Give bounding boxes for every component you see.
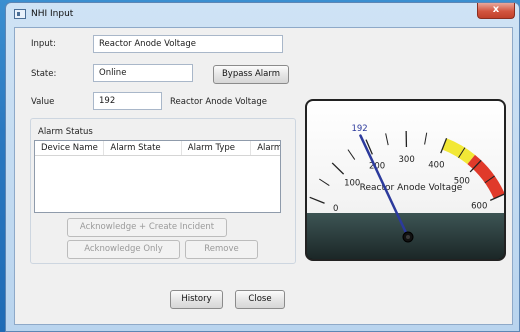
column-header-alarm-type[interactable]: Alarm Type (182, 141, 252, 155)
tick-label: 400 (428, 160, 444, 170)
close-window-button[interactable]: x (477, 3, 515, 19)
history-button[interactable]: History (170, 290, 223, 309)
gauge-caption: Reactor Anode Voltage (360, 183, 463, 193)
tick-label: 0 (333, 204, 338, 214)
alarm-list[interactable]: Device Name Alarm State Alarm Type Alarm (34, 140, 281, 213)
remove-button[interactable]: Remove (185, 240, 258, 259)
state-label: State: (31, 69, 57, 79)
needle-pivot-center (406, 235, 410, 239)
value-label: Value (31, 97, 55, 107)
alarm-list-header: Device Name Alarm State Alarm Type Alarm (35, 141, 280, 156)
alarm-status-title: Alarm Status (36, 127, 95, 137)
app-window: NHI Input x Input: Reactor Anode Voltage… (5, 2, 520, 332)
bypass-alarm-button[interactable]: Bypass Alarm (213, 65, 289, 84)
title-bar[interactable]: NHI Input x (6, 3, 519, 25)
input-label: Input: (31, 39, 56, 49)
state-field[interactable]: Online (93, 64, 193, 82)
column-header-device-name[interactable]: Device Name (35, 141, 105, 155)
window-icon (14, 9, 26, 19)
window-title: NHI Input (31, 9, 74, 19)
tick-label: 300 (399, 155, 415, 165)
acknowledge-create-incident-button[interactable]: Acknowledge + Create Incident (67, 218, 227, 237)
input-field[interactable]: Reactor Anode Voltage (93, 35, 283, 53)
value-caption: Reactor Anode Voltage (170, 97, 267, 107)
column-header-alarm-state[interactable]: Alarm State (104, 141, 182, 155)
gauge-dial: 0100200300400500600 Reactor Anode Voltag… (307, 101, 504, 259)
gauge-value-label: 192 (351, 124, 367, 134)
voltage-gauge: 0 100 200 300 400 500 600 Reactor Anode Voltag… (305, 99, 506, 261)
tick-label: 600 (471, 201, 487, 211)
close-button[interactable]: Close (235, 290, 285, 309)
tick-label: 100 (344, 178, 360, 188)
value-field[interactable]: 192 (93, 92, 162, 110)
column-header-alarm[interactable]: Alarm (251, 141, 280, 155)
acknowledge-only-button[interactable]: Acknowledge Only (67, 240, 180, 259)
dialog-body: Input: Reactor Anode Voltage State: Onli… (14, 27, 513, 325)
